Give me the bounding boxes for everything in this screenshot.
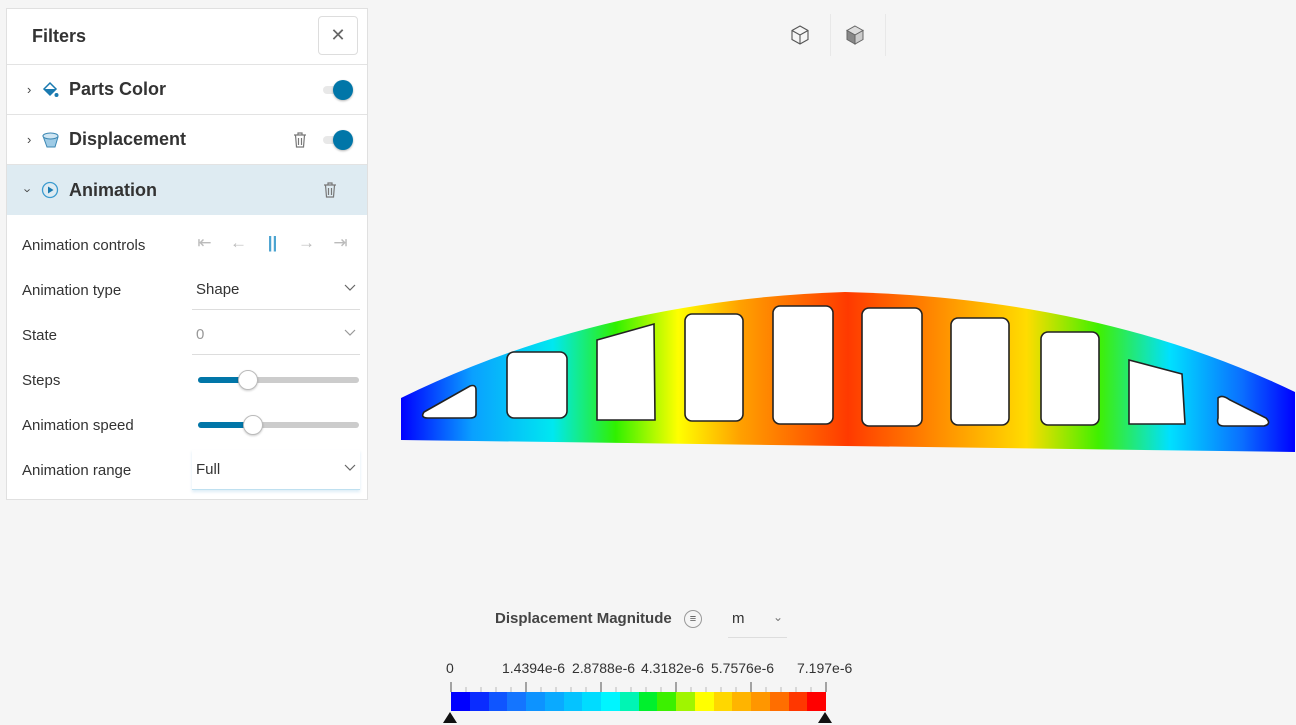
animation-range-label: Animation range [22,462,132,479]
colorbar-segment [788,692,808,711]
panel-title: Filters [32,26,87,46]
filter-label: Parts Color [69,79,167,99]
colorbar-segment [769,692,789,711]
animation-type-label: Animation type [22,282,122,299]
animation-speed-slider[interactable] [198,415,359,435]
animation-speed-row: Animation speed [22,405,362,445]
state-select[interactable]: 0 [192,315,360,355]
close-icon: ✕ [330,25,346,45]
colorbar-segment [619,692,639,711]
filter-label: Displacement [69,129,187,149]
solid-view-button[interactable] [840,14,886,56]
trash-icon[interactable] [293,131,307,148]
colorbar-segment [488,692,508,711]
chevron-right-icon[interactable]: › [27,82,31,97]
state-row: State 0 [22,315,362,355]
colorbar [451,692,826,711]
filter-label: Animation [69,179,157,200]
colorbar-segment [601,692,620,711]
displacement-icon [42,132,59,147]
trash-icon[interactable] [323,182,337,198]
step-forward-icon[interactable]: → [298,233,315,253]
state-label: State [22,327,58,344]
animation-controls-row: Animation controls ⇤ ← || → ⇥ [22,225,362,265]
play-circle-icon [41,181,59,199]
colorbar-segment [469,692,489,711]
filter-displacement[interactable]: › Displacement [7,115,367,165]
pause-icon[interactable]: || [264,233,281,253]
wireframe-cube-icon [791,25,809,45]
chevron-down-icon: ⌄ [772,610,783,624]
arch-openings [421,305,1270,427]
select-value: 0 [196,326,205,343]
parts-color-toggle[interactable] [323,79,353,101]
colorbar-segment [713,692,733,711]
solid-cube-icon [845,25,865,45]
animation-speed-label: Animation speed [22,417,134,434]
colorbar-segment [544,692,564,711]
steps-slider[interactable] [198,370,359,390]
filters-panel: Filters ✕ › Parts Color › Displacement ›… [6,8,368,500]
chevron-right-icon[interactable]: › [27,132,31,147]
legend-title: Displacement Magnitude [495,610,672,627]
displacement-toggle[interactable] [323,129,353,151]
legend-menu-icon[interactable]: ≡ [684,610,702,628]
tick-label: 0 [446,660,454,676]
colorbar-segment [807,692,826,711]
colorbar-segment [694,692,714,711]
steps-row: Steps [22,360,362,400]
animation-range-row: Animation range Full [22,450,362,490]
panel-header: Filters ✕ [7,9,367,65]
tick-label: 1.4394e-6 [502,660,566,676]
filter-animation[interactable]: › Animation [7,165,367,215]
colorbar-segment [751,692,770,711]
colorbar-segment [676,692,695,711]
steps-label: Steps [22,372,61,389]
wireframe-view-button[interactable] [785,14,831,56]
colorbar-segment [582,692,601,711]
animation-range-select[interactable]: Full [192,450,360,490]
slider-thumb[interactable] [237,370,258,390]
chevron-down-icon[interactable]: › [21,188,36,192]
colorbar-segment [526,692,545,711]
tick-label: 2.8788e-6 [572,660,636,676]
max-range-handle[interactable] [818,712,832,723]
step-back-icon[interactable]: ← [230,233,247,253]
animation-controls-label: Animation controls [22,237,146,254]
colorbar-segment [563,692,583,711]
unit-value: m [732,610,745,627]
colorbar-segment [657,692,676,711]
colorbar-segment [451,692,470,711]
colorbar-segment [732,692,751,711]
slider-thumb[interactable] [242,415,263,435]
tick-label: 4.3182e-6 [641,660,705,676]
arch-model [401,292,1295,452]
min-range-handle[interactable] [443,712,457,723]
chevron-down-icon [344,464,356,471]
skip-last-icon[interactable]: ⇥ [332,233,349,253]
tick-label: 5.7576e-6 [711,660,775,676]
skip-first-icon[interactable]: ⇤ [196,233,213,253]
filter-parts-color[interactable]: › Parts Color [7,65,367,115]
paint-bucket-icon [42,81,59,97]
animation-type-row: Animation type Shape [22,270,362,310]
animation-type-select[interactable]: Shape [192,270,360,310]
close-button[interactable]: ✕ [318,16,358,55]
colorbar-segment [507,692,526,711]
colorbar-segment [638,692,658,711]
chevron-down-icon [344,329,356,336]
select-value: Full [196,461,221,478]
tick-label: 7.197e-6 [797,660,853,676]
chevron-down-icon [344,284,356,291]
select-value: Shape [196,281,240,298]
unit-select[interactable]: m ⌄ [728,600,787,638]
